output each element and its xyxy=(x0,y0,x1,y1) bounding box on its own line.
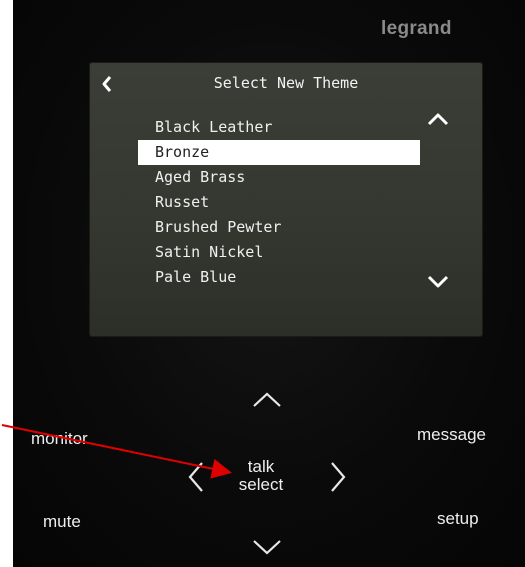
chevron-down-icon xyxy=(253,540,281,555)
theme-item-brushed-pewter[interactable]: Brushed Pewter xyxy=(138,215,420,240)
scroll-down-button[interactable] xyxy=(426,273,450,289)
message-button[interactable]: message xyxy=(417,426,486,443)
theme-list: Black Leather Bronze Aged Brass Russet B… xyxy=(138,115,420,290)
theme-item-russet[interactable]: Russet xyxy=(138,190,420,215)
chevron-left-icon xyxy=(188,462,203,492)
scroll-up-button[interactable] xyxy=(426,111,450,127)
mute-button[interactable]: mute xyxy=(43,513,81,530)
nav-right-button[interactable] xyxy=(328,460,348,494)
theme-item-pale-blue[interactable]: Pale Blue xyxy=(138,265,420,290)
nav-down-button[interactable] xyxy=(251,537,283,557)
brand-logo: legrand xyxy=(381,18,452,39)
display-screen: Select New Theme Black Leather Bronze Ag… xyxy=(90,63,482,336)
intercom-panel: legrand Select New Theme Black Leather B… xyxy=(13,0,525,567)
select-label: select xyxy=(238,475,284,494)
talk-select-button[interactable]: talk select xyxy=(226,458,296,493)
nav-left-button[interactable] xyxy=(186,460,206,494)
theme-item-satin-nickel[interactable]: Satin Nickel xyxy=(138,240,420,265)
monitor-button[interactable]: monitor xyxy=(31,430,88,447)
chevron-right-icon xyxy=(331,462,346,492)
nav-up-button[interactable] xyxy=(251,390,283,410)
theme-item-aged-brass[interactable]: Aged Brass xyxy=(138,165,420,190)
theme-item-black-leather[interactable]: Black Leather xyxy=(138,115,420,140)
chevron-up-icon xyxy=(427,113,449,126)
setup-button[interactable]: setup xyxy=(437,510,479,527)
theme-item-bronze[interactable]: Bronze xyxy=(138,140,420,165)
chevron-down-icon xyxy=(427,275,449,288)
screen-title: Select New Theme xyxy=(213,74,359,92)
talk-label: talk xyxy=(247,457,275,476)
chevron-up-icon xyxy=(253,392,281,407)
